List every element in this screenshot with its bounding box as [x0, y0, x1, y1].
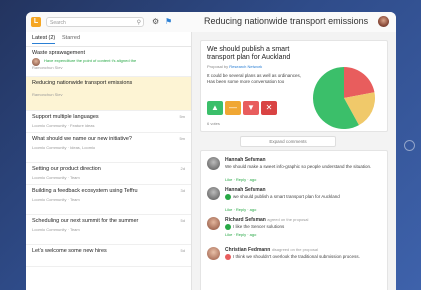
proposal-title: We should publish a smart transport plan…	[207, 46, 291, 61]
comment-actions[interactable]: Like · Reply · ago	[225, 232, 256, 237]
thread-meta: Loomio Community · Ideas, Loomio	[32, 145, 96, 150]
thread-time: 5d	[180, 248, 185, 253]
list-item-selected[interactable]: Reducing nationwide transport emissions …	[26, 77, 191, 111]
thread-detail-panel: We should publish a smart transport plan…	[192, 32, 396, 290]
list-item[interactable]: What should we name our new initiative? …	[26, 133, 191, 163]
thread-meta: Loomio Community · Feature ideas	[32, 123, 95, 128]
author-avatar	[32, 58, 40, 66]
comment-actions[interactable]: Like · Reply · ago	[225, 177, 256, 182]
thread-time: 2d	[180, 166, 185, 171]
comment: Hannah Sefsman we should publish a smart…	[207, 187, 385, 213]
thread-meta: Loomio Community · Team	[32, 175, 80, 180]
proposal-card: We should publish a smart transport plan…	[200, 40, 388, 132]
thread-meta: Ramonchun Siev	[32, 92, 63, 97]
gear-icon[interactable]: ⚙	[152, 17, 159, 27]
list-item[interactable]: Building a feedback ecosystem using Teff…	[26, 185, 191, 215]
thread-list-panel: Latest (2) Starred Waste sprawagement Ha…	[26, 32, 192, 290]
disagree-icon	[225, 254, 231, 260]
thread-preview: Have expenditure the point of content t’…	[32, 58, 185, 66]
thread-title: Reducing nationwide transport emissions	[32, 80, 133, 86]
proposal-author[interactable]: Research Network	[229, 64, 262, 69]
comment: Richard Sefsman agreed on the proposal I…	[207, 217, 385, 243]
thread-tabs: Latest (2) Starred	[26, 32, 191, 47]
comment-text: we should publish a smart transport plan…	[225, 194, 375, 200]
thread-title: What should we name our new initiative?	[32, 136, 132, 142]
thread-title: Support multiple languages	[32, 114, 99, 120]
comment-author: Hannah Sefsman	[225, 187, 266, 193]
thread-title: Let’s welcome some new hires	[32, 248, 107, 254]
proposal-meta: Proposal by Research Network	[207, 64, 263, 69]
comment-author: Christian Fedmann disagreed on the propo…	[225, 247, 318, 253]
comment: Hannah Sefsman We should make a sweet in…	[207, 157, 385, 183]
avatar	[207, 187, 220, 200]
thread-time: 5m	[179, 136, 185, 141]
app-header: L Search ⚲ ⚙ ⚑ Reducing nationwide trans…	[26, 12, 396, 33]
thread-time: 5d	[180, 218, 185, 223]
position-icon	[225, 194, 231, 200]
app-logo[interactable]: L	[31, 17, 41, 27]
proposal-details: It could be several plans as well as ord…	[207, 73, 302, 84]
thread-meta: Ramonchun Siev	[32, 65, 63, 70]
app-window: L Search ⚲ ⚙ ⚑ Reducing nationwide trans…	[26, 12, 396, 290]
search-input[interactable]: Search ⚲	[46, 17, 144, 27]
thread-title: Setting our product direction	[32, 166, 101, 172]
avatar	[207, 157, 220, 170]
expand-comments-button[interactable]: Expand comments	[240, 136, 336, 147]
list-item[interactable]: Waste sprawagement Have expenditure the …	[26, 47, 191, 77]
comment-text: We should make a sweet info-graphic so p…	[225, 164, 372, 169]
search-placeholder: Search	[50, 20, 66, 26]
disagree-button[interactable]: ▼	[243, 101, 259, 115]
search-icon: ⚲	[136, 20, 141, 26]
user-avatar[interactable]	[378, 16, 389, 27]
page-title: Reducing nationwide transport emissions	[204, 16, 369, 26]
thread-time: 3d	[180, 188, 185, 193]
vote-count: 6 votes	[207, 121, 220, 126]
block-button[interactable]: ✕	[261, 101, 277, 115]
abstain-button[interactable]: —	[225, 101, 241, 115]
comment-text: I like the Sencer solutions	[225, 224, 375, 230]
thread-title: Waste sprawagement	[32, 50, 85, 56]
list-item[interactable]: Setting our product direction Loomio Com…	[26, 163, 191, 185]
thread-time: 5m	[179, 114, 185, 119]
tab-latest[interactable]: Latest (2)	[32, 35, 56, 44]
comment: Christian Fedmann disagreed on the propo…	[207, 247, 385, 273]
comment-actions[interactable]: Like · Reply · ago	[225, 207, 256, 212]
avatar	[207, 217, 220, 230]
comment-author: Hannah Sefsman	[225, 157, 266, 163]
comment-author: Richard Sefsman agreed on the proposal	[225, 217, 309, 223]
thread-meta: Loomio Community · Team	[32, 227, 80, 232]
thread-meta: Loomio Community · Team	[32, 197, 80, 202]
list-item[interactable]: Support multiple languages Loomio Commun…	[26, 111, 191, 133]
agree-button[interactable]: ▲	[207, 101, 223, 115]
thread-title: Scheduling our next summit for the summe…	[32, 218, 139, 224]
list-item[interactable]: Let’s welcome some new hires 5d	[26, 245, 191, 267]
comment-text: I think we shouldn’t overlook the tradit…	[225, 254, 375, 260]
thread-title: Building a feedback ecosystem using Teff…	[32, 188, 138, 194]
proposal-detail-text: It could be several plans as well as ord…	[207, 73, 302, 84]
list-item[interactable]: Scheduling our next summit for the summe…	[26, 215, 191, 245]
agree-icon	[225, 224, 231, 230]
tab-starred[interactable]: Starred	[62, 35, 80, 41]
comment-thread: Hannah Sefsman We should make a sweet in…	[200, 150, 388, 290]
avatar	[207, 247, 220, 260]
next-slide-handle[interactable]	[404, 140, 415, 151]
notifications-icon[interactable]: ⚑	[165, 17, 172, 27]
poll-pie-chart	[313, 67, 375, 129]
